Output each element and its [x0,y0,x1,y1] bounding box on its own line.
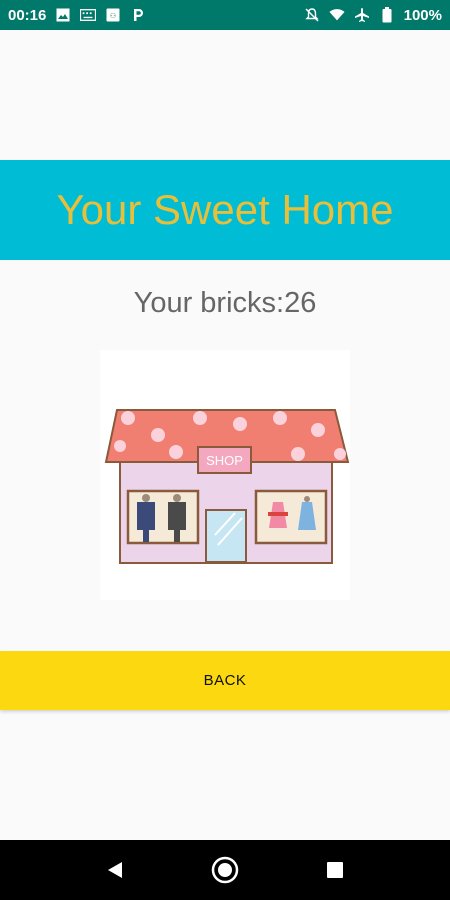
back-button[interactable]: BACK [0,651,450,710]
battery-icon [379,7,395,23]
recents-nav-icon[interactable] [315,850,355,890]
page-title: Your Sweet Home [56,186,394,233]
airplane-icon [354,7,370,23]
status-left: 00:16 ⚇ [8,7,146,24]
status-time: 00:16 [8,6,47,24]
title-banner: Your Sweet Home [0,160,450,260]
mute-icon [304,7,320,23]
keyboard-icon [80,7,97,23]
status-right: 100% [304,7,442,24]
parking-icon [130,7,146,23]
navigation-bar [0,840,450,900]
battery-percent: 100% [403,6,442,24]
svg-text:⚇: ⚇ [110,12,116,20]
shop-image: SHOP [100,350,350,600]
sim-icon: ⚇ [105,7,121,23]
status-bar: 00:16 ⚇ 100% [0,0,450,30]
shop-illustration: SHOP [104,409,350,564]
main-content: Your Sweet Home Your bricks:26 SHOP BACK [0,30,450,840]
shop-sign-text: SHOP [206,453,243,468]
back-nav-icon[interactable] [95,850,135,890]
image-icon [55,7,71,23]
bricks-count: Your bricks:26 [133,287,317,319]
wifi-icon [329,7,345,23]
home-nav-icon[interactable] [205,850,245,890]
